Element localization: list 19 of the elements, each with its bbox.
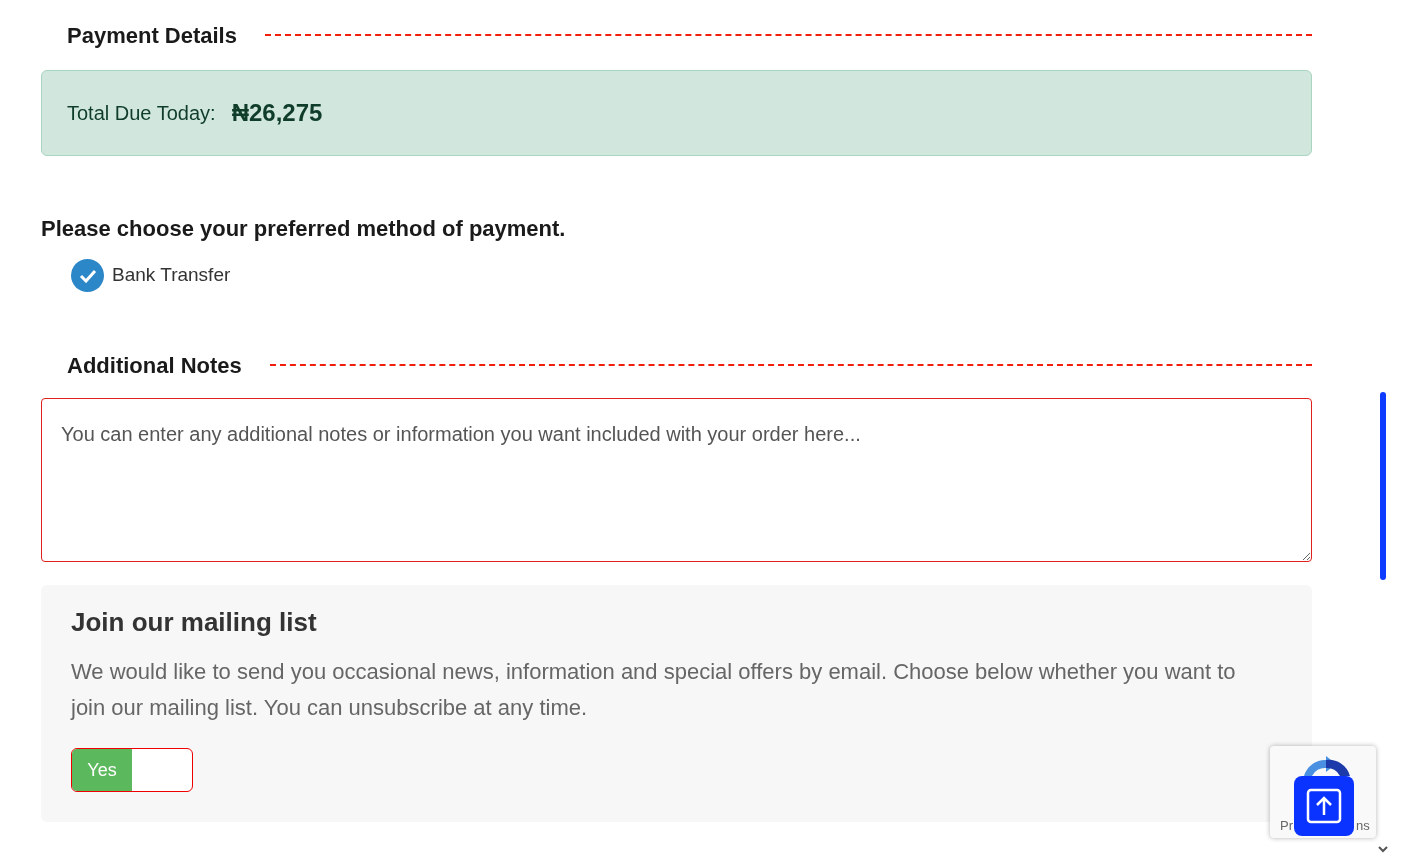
scrollbar-thumb[interactable]: [1380, 392, 1386, 580]
payment-method-radio[interactable]: [71, 259, 104, 292]
section-title: Additional Notes: [67, 351, 242, 380]
payment-question: Please choose your preferred method of payment.: [41, 215, 567, 243]
mailing-list-description: We would like to send you occasional news, information and special offers by email. Choose below whether you want to join our mailing list. You can unsubscribe at any time.: [71, 658, 1237, 722]
total-label: Total Due Today:: [67, 101, 216, 126]
chevron-down-icon: [1378, 845, 1388, 853]
section-title: Payment Details: [67, 21, 237, 50]
recaptcha-text: Pr: [1280, 817, 1293, 835]
recaptcha-text: ns: [1356, 817, 1370, 835]
scroll-to-top-button[interactable]: [1294, 776, 1354, 836]
notes-field[interactable]: You can enter any additional notes or information you want included with your order here...: [41, 398, 1312, 562]
payment-method-label: Bank Transfer: [112, 263, 231, 288]
mailing-list-toggle[interactable]: Yes: [71, 748, 193, 792]
mailing-list-title: Join our mailing list: [71, 606, 318, 639]
arrow-up-icon: [1306, 788, 1342, 824]
total-amount: ₦26,275: [231, 98, 323, 128]
recaptcha-logo-icon: [1304, 756, 1350, 776]
checkmark-icon: [78, 268, 97, 283]
